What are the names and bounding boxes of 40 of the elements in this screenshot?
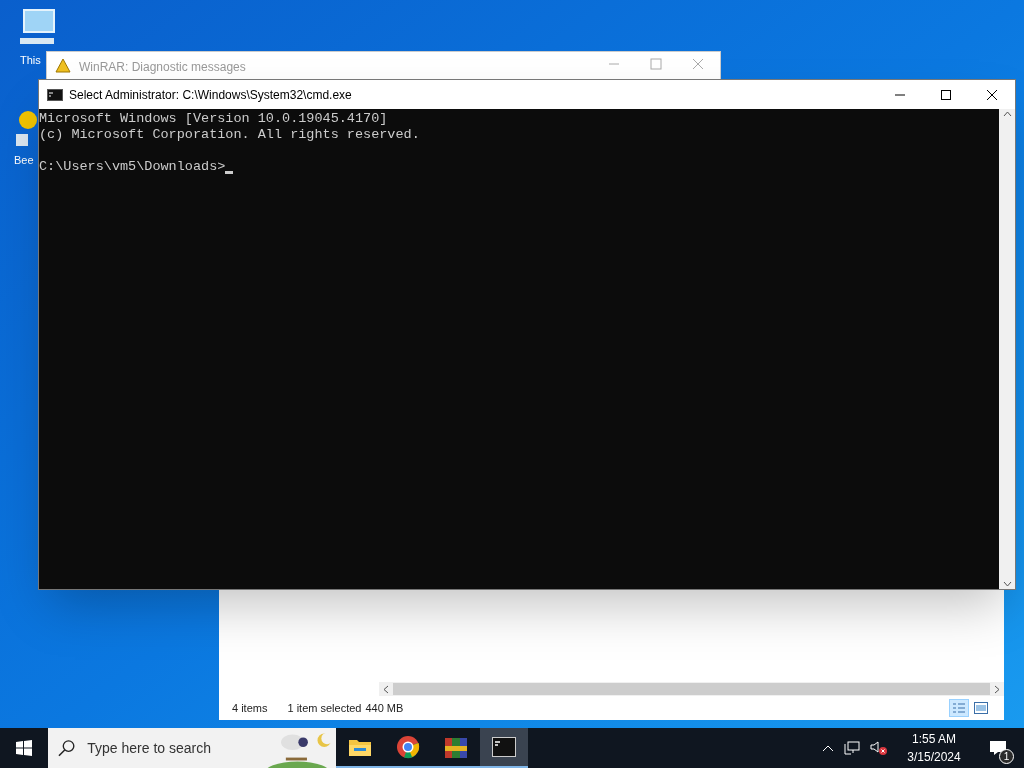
clock-time[interactable]: 1:55 AM [912, 730, 956, 748]
list-icon [952, 702, 966, 714]
books-icon [444, 735, 468, 759]
notification-button[interactable]: 1 [980, 730, 1016, 766]
search-input[interactable]: Type here to search [87, 737, 248, 759]
scroll-left-icon[interactable] [383, 684, 389, 694]
search-field[interactable]: Type here to search [48, 728, 336, 768]
terminal-icon [492, 737, 516, 757]
folder-icon [348, 737, 372, 757]
console-line: Microsoft Windows [Version 10.0.19045.4170] [39, 111, 388, 127]
scroll-down-icon[interactable] [1002, 581, 1012, 587]
scroll-up-icon[interactable] [1002, 111, 1012, 117]
window-title: WinRAR: Diagnostic messages [79, 59, 246, 76]
terminal-icon [47, 88, 63, 101]
warning-icon [55, 58, 71, 73]
status-text: 1 item selected [287, 700, 362, 716]
browser-icon [396, 735, 420, 759]
image-icon [974, 702, 988, 714]
console-prompt: C:\Users\vm5\Downloads> [39, 159, 226, 175]
preview-view-button[interactable] [971, 699, 991, 717]
horizontal-scrollbar[interactable] [379, 682, 1004, 696]
muted-speaker-icon[interactable] [870, 740, 888, 756]
clock-date[interactable]: 3/15/2024 [907, 748, 961, 766]
scroll-right-icon[interactable] [994, 684, 1000, 694]
window-title: Select Administrator: C:\Windows\System32\cmd.exe [69, 86, 352, 104]
network-icon[interactable] [844, 741, 860, 755]
windows-logo-icon [16, 740, 32, 756]
status-text: 4 items [232, 700, 268, 716]
maximize-icon [941, 89, 951, 100]
status-text: 440 MB [365, 700, 404, 716]
console-line: (c) Microsoft Corporation. All rights reserved. [39, 127, 420, 143]
search-icon [58, 739, 76, 757]
taskbar-app-button[interactable] [480, 728, 528, 768]
icon-label[interactable]: Bee [14, 152, 34, 169]
vertical-scrollbar[interactable] [999, 109, 1015, 589]
notification-count: 1 [999, 749, 1014, 764]
close-icon [987, 89, 997, 100]
icon-label[interactable]: This [8, 52, 41, 69]
text-cursor [225, 171, 234, 174]
chevron-up-icon[interactable] [822, 744, 834, 752]
